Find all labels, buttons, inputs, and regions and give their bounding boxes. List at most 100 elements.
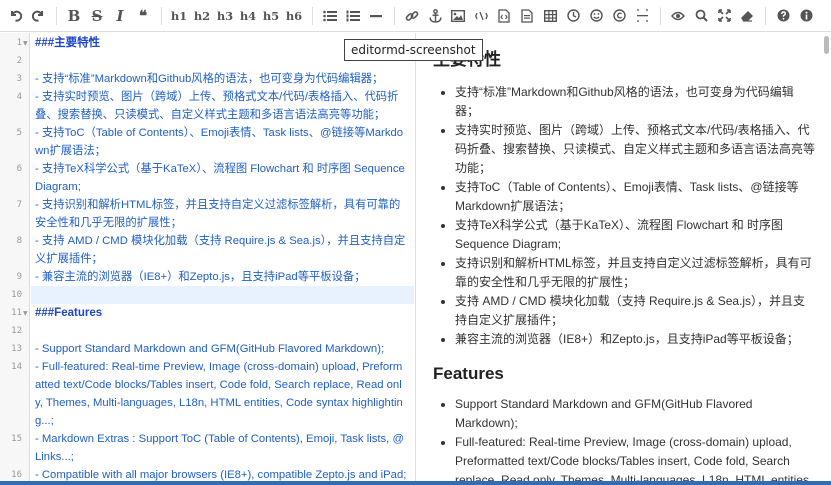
editor-line-text: - 支持ToC（Table of Contents）、Emoji表情、Task … xyxy=(35,127,404,157)
preview-list-item: 支持TeX科学公式（基于KaTeX）、流程图 Flowchart 和 时序图 S… xyxy=(441,216,817,254)
preview-list-item: 支持 AMD / CMD 模块化加载（支持 Require.js & Sea.j… xyxy=(441,292,817,330)
preview-list-item: 支持“标准”Markdown和Github风格的语法，也可变身为代码编辑器； xyxy=(441,83,817,121)
preview-heading-features: Features xyxy=(433,364,504,383)
line-number: 2 xyxy=(16,56,22,66)
editor-line[interactable]: 7 - 支持识别和解析HTML标签，并且支持自定义过滤标签解析，具有可靠的安全性和… xyxy=(0,196,414,232)
heading-6-button[interactable]: h6 xyxy=(283,4,305,28)
line-number: 3 xyxy=(16,74,22,84)
editor-line[interactable]: 6 - 支持TeX科学公式（基于KaTeX）、流程图 Flowchart 和 时序… xyxy=(0,160,414,196)
editor-line-text: - 支持实时预览、图片（跨域）上传、预格式文本/代码/表格插入、代码折叠、搜索替… xyxy=(35,91,399,121)
preview-list-item: 支持ToC（Table of Contents）、Emoji表情、Task li… xyxy=(441,178,817,216)
code-block-icon[interactable] xyxy=(493,4,515,28)
datetime-icon[interactable] xyxy=(562,4,584,28)
heading-4-button[interactable]: h4 xyxy=(237,4,259,28)
markdown-editor[interactable]: 1 ▼ ###主要特性 2 3- 支持“标准”Markdown和Github风格的语法，… xyxy=(0,33,416,485)
line-number: 13 xyxy=(11,344,22,354)
editor-line-text: ###Features xyxy=(35,307,103,319)
editor-line-text xyxy=(31,286,414,304)
preview-heading-main-features: 主要特性 xyxy=(433,49,817,71)
editor-line[interactable]: 5 - 支持ToC（Table of Contents）、Emoji表情、Task… xyxy=(0,124,414,160)
editor-line-text: - 支持TeX科学公式（基于KaTeX）、流程图 Flowchart 和 时序图… xyxy=(35,163,408,193)
toolbar-divider xyxy=(161,6,162,25)
toolbar-divider xyxy=(312,6,313,25)
editor-lines: 1 ▼ ###主要特性 2 3- 支持“标准”Markdown和Github风格的语法，… xyxy=(0,34,414,485)
fold-arrow-icon[interactable]: ▼ xyxy=(23,310,28,317)
editor-bottom-border xyxy=(0,481,831,485)
toolbar-divider xyxy=(660,6,661,25)
line-number: 1 xyxy=(16,38,22,48)
preview-list-item: Full-featured: Real-time Preview, Image … xyxy=(441,433,817,485)
undo-icon[interactable] xyxy=(4,4,26,28)
preview-list-item: 支持实时预览、图片（跨域）上传、预格式文本/代码/表格插入、代码折叠、搜索替换、… xyxy=(441,121,817,178)
code-inline-icon[interactable] xyxy=(470,4,492,28)
help-icon[interactable] xyxy=(772,4,794,28)
editor-line-text: - Full-featured: Real-time Preview, Imag… xyxy=(35,361,403,427)
horizontal-rule-icon[interactable] xyxy=(365,4,387,28)
editor-line[interactable]: 12 xyxy=(0,322,414,340)
line-number: 5 xyxy=(16,128,22,138)
preview-features-list-cn: 支持“标准”Markdown和Github风格的语法，也可变身为代码编辑器； 支持… xyxy=(433,83,817,349)
preview-list-item: 支持识别和解析HTML标签，并且支持自定义过滤标签解析，具有可靠的安全性和几乎无… xyxy=(441,254,817,292)
line-number: 6 xyxy=(16,164,22,174)
link-icon[interactable] xyxy=(401,4,423,28)
line-number: 8 xyxy=(16,236,22,246)
editor-line[interactable]: 13 - Support Standard Markdown and GFM(Gi… xyxy=(0,340,414,358)
line-number: 15 xyxy=(11,434,22,444)
editor-line-text: - Markdown Extras : Support ToC (Table o… xyxy=(35,433,404,463)
editor-line-text: - 兼容主流的浏览器（IE8+）和Zepto.js，且支持iPad等平板设备； xyxy=(35,271,366,283)
line-number: 7 xyxy=(16,200,22,210)
editor-line-text: - 支持“标准”Markdown和Github风格的语法，也可变身为代码编辑器； xyxy=(35,73,384,85)
editor-line[interactable]: 11 ▼ ###Features xyxy=(0,304,414,322)
italic-icon[interactable]: I xyxy=(109,4,131,28)
editor-line-text: - 支持 AMD / CMD 模块化加载（支持 Require.js & Sea… xyxy=(35,235,406,265)
ordered-list-icon[interactable] xyxy=(342,4,364,28)
table-icon[interactable] xyxy=(539,4,561,28)
editor-line[interactable]: 15 - Markdown Extras : Support ToC (Table… xyxy=(0,430,414,466)
line-number: 11 xyxy=(11,308,22,318)
line-number: 14 xyxy=(11,362,22,372)
editor-line[interactable]: 9 - 兼容主流的浏览器（IE8+）和Zepto.js，且支持iPad等平板设备； xyxy=(0,268,414,286)
editor-toolbar: B S I ❝ h1 h2 h3 h4 h5 h6 xyxy=(0,0,831,32)
line-number: 9 xyxy=(16,272,22,282)
editor-line[interactable]: 14 - Full-featured: Real-time Preview, Im… xyxy=(0,358,414,430)
editor-line[interactable]: 4 - 支持实时预览、图片（跨域）上传、预格式文本/代码/表格插入、代码折叠、搜索… xyxy=(0,88,414,124)
preview-pane: 主要特性 支持“标准”Markdown和Github风格的语法，也可变身为代码编… xyxy=(417,33,831,485)
strikethrough-icon[interactable]: S xyxy=(86,4,108,28)
info-icon[interactable] xyxy=(795,4,817,28)
emoji-icon[interactable] xyxy=(585,4,607,28)
unordered-list-icon[interactable] xyxy=(319,4,341,28)
redo-icon[interactable] xyxy=(27,4,49,28)
html-entities-icon[interactable] xyxy=(608,4,630,28)
preview-list-item: Support Standard Markdown and GFM(GitHub… xyxy=(441,395,817,433)
line-number: 10 xyxy=(11,290,22,300)
bold-icon[interactable]: B xyxy=(63,4,85,28)
clear-eraser-icon[interactable] xyxy=(736,4,758,28)
toolbar-divider xyxy=(765,6,766,25)
preformatted-text-icon[interactable] xyxy=(516,4,538,28)
heading-5-button[interactable]: h5 xyxy=(260,4,282,28)
pagebreak-icon[interactable] xyxy=(631,4,653,28)
heading-3-button[interactable]: h3 xyxy=(214,4,236,28)
toolbar-tooltip: editormd-screenshot xyxy=(344,39,483,61)
toolbar-divider xyxy=(56,6,57,25)
fullscreen-icon[interactable] xyxy=(713,4,735,28)
toolbar-divider xyxy=(394,6,395,25)
preview-list-item: 兼容主流的浏览器（IE8+）和Zepto.js，且支持iPad等平板设备； xyxy=(441,330,817,349)
editor-line-text xyxy=(31,322,414,340)
image-icon[interactable] xyxy=(447,4,469,28)
anchor-icon[interactable] xyxy=(424,4,446,28)
preview-features-list-en: Support Standard Markdown and GFM(GitHub… xyxy=(433,395,817,485)
quote-icon[interactable]: ❝ xyxy=(132,4,154,28)
editor-line[interactable]: 8 - 支持 AMD / CMD 模块化加载（支持 Require.js & Se… xyxy=(0,232,414,268)
heading-2-button[interactable]: h2 xyxy=(191,4,213,28)
search-icon[interactable] xyxy=(690,4,712,28)
fold-arrow-icon[interactable]: ▼ xyxy=(23,40,28,47)
editor-line-text: - Support Standard Markdown and GFM(GitH… xyxy=(35,343,385,355)
preview-scrollbar-thumb[interactable] xyxy=(824,36,829,54)
editor-line-text: - 支持识别和解析HTML标签，并且支持自定义过滤标签解析，具有可靠的安全性和几… xyxy=(35,199,401,229)
line-number: 4 xyxy=(16,92,22,102)
heading-1-button[interactable]: h1 xyxy=(168,4,190,28)
watch-preview-icon[interactable] xyxy=(667,4,689,28)
editor-line[interactable]: 10 xyxy=(0,286,414,304)
editor-line[interactable]: 3 - 支持“标准”Markdown和Github风格的语法，也可变身为代码编辑器… xyxy=(0,70,414,88)
